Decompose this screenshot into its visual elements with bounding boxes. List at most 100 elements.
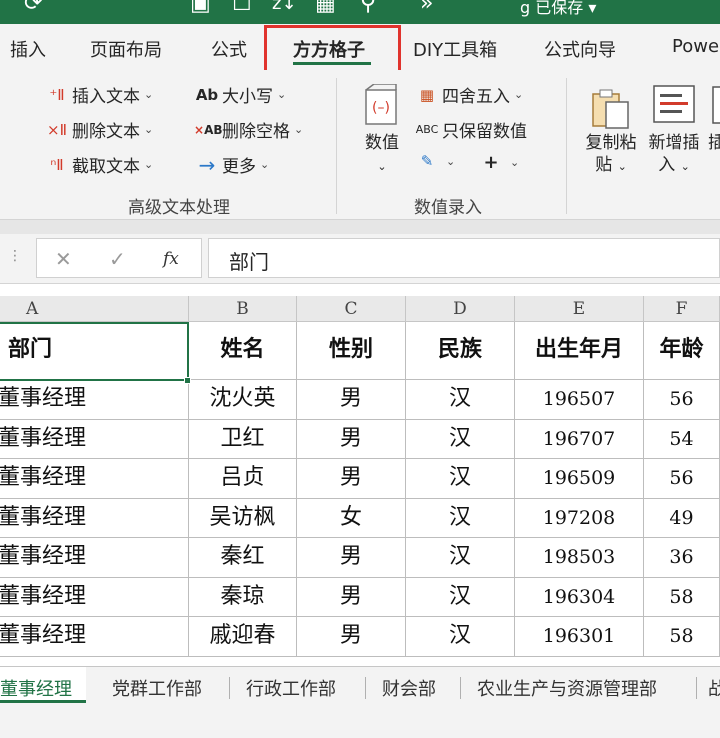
tab-page-layout[interactable]: 页面布局 [90,36,162,62]
partial-button[interactable]: 插 [708,132,720,154]
table-cell[interactable]: 196509 [515,459,644,499]
table-cell[interactable]: 董事经理 [0,419,189,459]
table-cell[interactable]: 董事经理 [0,380,189,420]
plus-icon: + [483,152,499,173]
table-cell[interactable]: 198503 [515,538,644,578]
table-header-cell[interactable]: 出生年月 [515,322,644,380]
table-header-cell[interactable]: 民族 [406,322,515,380]
sheet-tab-finance[interactable]: 财会部 [382,675,436,701]
tab-diy-toolbox[interactable]: DIY工具箱 [413,36,497,62]
table-cell[interactable]: 196507 [515,380,644,420]
column-header-a[interactable]: A [0,296,189,322]
drag-handle-icon[interactable]: ⋮ [8,248,22,264]
edit-format-button[interactable]: ✎ ⌄ [414,152,456,170]
remove-spaces-button[interactable]: ×AB 删除空格 ⌄ [194,117,303,142]
table-cell[interactable]: 汉 [406,538,515,578]
column-header-f[interactable]: F [644,296,720,322]
table-cell[interactable]: 秦琼 [189,577,297,617]
fx-icon[interactable]: fx [163,249,179,269]
table-cell[interactable]: 男 [297,577,406,617]
sheet-tab-directors[interactable]: 董事经理 [0,667,86,703]
table-cell[interactable]: 49 [644,498,720,538]
add-button[interactable]: + ⌄ [478,152,519,173]
sync-icon[interactable]: ⟳ [24,0,42,16]
table-cell[interactable]: 女 [297,498,406,538]
sheet-tab-agriculture[interactable]: 农业生产与资源管理部 [477,675,657,701]
new-insert-button[interactable]: 新增插 入 ⌄ [646,132,702,178]
column-header-e[interactable]: E [515,296,644,322]
search-icon[interactable]: ⚲ [360,0,376,16]
table-cell[interactable]: 汉 [406,498,515,538]
table-cell[interactable]: 196707 [515,419,644,459]
formula-input[interactable]: 部门 [208,238,720,278]
column-header-d[interactable]: D [406,296,515,322]
sheet-tab-admin[interactable]: 行政工作部 [246,675,336,701]
table-cell[interactable]: 男 [297,380,406,420]
table-cell[interactable]: 董事经理 [0,538,189,578]
insert-text-button[interactable]: ⁺Ⅱ 插入文本 ⌄ [44,82,153,108]
ribbon-panel: ⁺Ⅱ 插入文本 ⌄ ×Ⅱ 删除文本 ⌄ ⁿⅡ 截取文本 ⌄ Ab 大小写 ⌄ ×… [0,70,720,220]
round-button[interactable]: ▦ 四舍五入 ⌄ [414,82,523,108]
keep-values-button[interactable]: ABC 只保留数值 [414,117,527,142]
table-cell[interactable]: 男 [297,538,406,578]
delete-text-button[interactable]: ×Ⅱ 删除文本 ⌄ [44,117,153,143]
table-cell[interactable]: 56 [644,459,720,499]
new-file-icon[interactable]: ☐ [232,0,252,16]
table-cell[interactable]: 汉 [406,459,515,499]
arrow-right-icon: → [198,152,216,177]
fill-handle[interactable] [184,377,191,384]
table-cell[interactable]: 戚迎春 [189,617,297,657]
table-cell[interactable]: 汉 [406,617,515,657]
table-header-cell[interactable]: 性别 [297,322,406,380]
tab-formulas[interactable]: 公式 [211,36,247,62]
tab-formula-wizard[interactable]: 公式向导 [544,36,616,62]
cancel-icon[interactable]: ✕ [55,247,72,271]
table-cell[interactable]: 汉 [406,419,515,459]
table-cell[interactable]: 男 [297,459,406,499]
table-cell[interactable]: 36 [644,538,720,578]
table-cell[interactable]: 吕贞 [189,459,297,499]
copy-paste-button[interactable]: 复制粘 贴 ⌄ [582,132,640,178]
table-cell[interactable]: 58 [644,617,720,657]
table-cell[interactable]: 秦红 [189,538,297,578]
table-cell[interactable]: 196304 [515,577,644,617]
table-header-cell[interactable]: 年龄 [644,322,720,380]
table-cell[interactable]: 54 [644,419,720,459]
table-cell[interactable]: 男 [297,617,406,657]
table-cell[interactable]: 卫红 [189,419,297,459]
table-cell[interactable]: 董事经理 [0,459,189,499]
column-header-b[interactable]: B [189,296,297,322]
more-button[interactable]: → 更多 ⌄ [194,152,270,178]
table-cell[interactable]: 董事经理 [0,498,189,538]
new-insert-icon [653,85,695,123]
table-cell[interactable]: 吴访枫 [189,498,297,538]
table-header-cell[interactable]: 姓名 [189,322,297,380]
value-button[interactable]: 数值 ⌄ [360,132,404,178]
column-header-c[interactable]: C [297,296,406,322]
table-cell[interactable]: 沈火英 [189,380,297,420]
table-cell[interactable]: 董事经理 [0,577,189,617]
sheet-tab-bar: 董事经理 党群工作部 行政工作部 财会部 农业生产与资源管理部 战 [0,666,720,738]
sort-icon[interactable]: z↓ [272,0,297,16]
table-icon[interactable]: ▦ [315,0,336,16]
more-icon[interactable]: » [420,0,433,16]
extract-text-button[interactable]: ⁿⅡ 截取文本 ⌄ [44,152,153,178]
table-cell[interactable]: 58 [644,577,720,617]
table-cell[interactable]: 男 [297,419,406,459]
sheet-tab-party[interactable]: 党群工作部 [112,675,202,701]
enter-icon[interactable]: ✓ [109,247,126,271]
table-cell[interactable]: 56 [644,380,720,420]
tab-insert[interactable]: 插入 [10,36,46,62]
round-label: 四舍五入 [442,87,510,107]
tab-power[interactable]: Powe [672,36,719,57]
table-cell[interactable]: 汉 [406,577,515,617]
sheet-tab-partial[interactable]: 战 [708,675,720,701]
remove-spaces-icon: ×AB [194,122,223,137]
case-label: 大小写 [222,87,273,107]
table-cell[interactable]: 汉 [406,380,515,420]
case-button[interactable]: Ab 大小写 ⌄ [194,82,286,108]
save-icon[interactable]: ▣ [190,0,211,16]
table-cell[interactable]: 197208 [515,498,644,538]
table-cell[interactable]: 董事经理 [0,617,189,657]
table-cell[interactable]: 196301 [515,617,644,657]
